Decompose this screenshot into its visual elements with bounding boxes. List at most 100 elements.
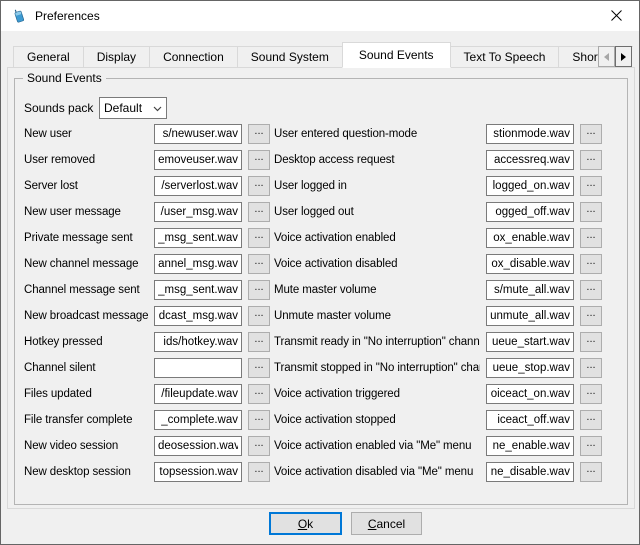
- sound-event-label: User logged in: [274, 180, 480, 192]
- sound-event-input-new-video-session[interactable]: [154, 436, 242, 456]
- sound-event-label: Hotkey pressed: [24, 336, 148, 348]
- browse-button-channel-silent[interactable]: ...: [248, 358, 270, 378]
- tab-display[interactable]: Display: [83, 46, 150, 68]
- sound-event-row-new-video-session: New video session...: [24, 433, 270, 459]
- sound-event-input-voice-activation-disabled[interactable]: [486, 254, 574, 274]
- tab-general[interactable]: General: [13, 46, 84, 68]
- close-button[interactable]: [594, 1, 639, 31]
- browse-button-channel-message-sent[interactable]: ...: [248, 280, 270, 300]
- sound-event-input-transmit-ready-in-no-interruption-channel[interactable]: [486, 332, 574, 352]
- sound-event-input-mute-master-volume[interactable]: [486, 280, 574, 300]
- tab-sound-events[interactable]: Sound Events: [342, 42, 451, 68]
- browse-button-user-entered-question-mode[interactable]: ...: [580, 124, 602, 144]
- browse-button-file-transfer-complete[interactable]: ...: [248, 410, 270, 430]
- sound-event-label: New user: [24, 128, 148, 140]
- tab-text-to-speech[interactable]: Text To Speech: [450, 46, 560, 68]
- chevron-down-icon: [153, 101, 162, 115]
- browse-button-voice-activation-triggered[interactable]: ...: [580, 384, 602, 404]
- sound-event-label: Mute master volume: [274, 284, 480, 296]
- sound-event-label: New user message: [24, 206, 148, 218]
- browse-button-voice-activation-stopped[interactable]: ...: [580, 410, 602, 430]
- browse-button-user-removed[interactable]: ...: [248, 150, 270, 170]
- browse-button-desktop-access-request[interactable]: ...: [580, 150, 602, 170]
- browse-button-server-lost[interactable]: ...: [248, 176, 270, 196]
- tab-connection[interactable]: Connection: [149, 46, 238, 68]
- sound-event-input-channel-message-sent[interactable]: [154, 280, 242, 300]
- sound-event-input-private-message-sent[interactable]: [154, 228, 242, 248]
- sound-event-label: File transfer complete: [24, 414, 148, 426]
- sound-event-label: User logged out: [274, 206, 480, 218]
- sound-event-input-channel-silent[interactable]: [154, 358, 242, 378]
- chevron-right-icon: [621, 53, 626, 61]
- sound-event-label: Voice activation disabled: [274, 258, 480, 270]
- browse-button-new-user-message[interactable]: ...: [248, 202, 270, 222]
- browse-button-hotkey-pressed[interactable]: ...: [248, 332, 270, 352]
- tab-scroll-left-button[interactable]: [598, 46, 615, 67]
- sounds-pack-select[interactable]: Default: [99, 97, 167, 119]
- sound-event-input-transmit-stopped-in-no-interruption-channel[interactable]: [486, 358, 574, 378]
- browse-button-private-message-sent[interactable]: ...: [248, 228, 270, 248]
- sound-event-input-new-broadcast-message[interactable]: [154, 306, 242, 326]
- sound-event-input-voice-activation-disabled-via-me-menu[interactable]: [486, 462, 574, 482]
- sound-event-input-user-removed[interactable]: [154, 150, 242, 170]
- browse-button-new-video-session[interactable]: ...: [248, 436, 270, 456]
- sound-event-input-unmute-master-volume[interactable]: [486, 306, 574, 326]
- sound-event-input-new-desktop-session[interactable]: [154, 462, 242, 482]
- sound-event-input-server-lost[interactable]: [154, 176, 242, 196]
- sound-event-input-new-user[interactable]: [154, 124, 242, 144]
- browse-button-user-logged-in[interactable]: ...: [580, 176, 602, 196]
- sounds-pack-value: Default: [104, 101, 153, 115]
- sound-event-input-user-entered-question-mode[interactable]: [486, 124, 574, 144]
- browse-button-mute-master-volume[interactable]: ...: [580, 280, 602, 300]
- sound-event-input-desktop-access-request[interactable]: [486, 150, 574, 170]
- sound-event-input-new-channel-message[interactable]: [154, 254, 242, 274]
- sound-event-label: User removed: [24, 154, 148, 166]
- sound-event-row-private-message-sent: Private message sent...: [24, 225, 270, 251]
- cancel-button[interactable]: Cancel: [351, 512, 422, 535]
- sounds-pack-row: Sounds pack Default: [24, 97, 167, 119]
- sound-event-input-hotkey-pressed[interactable]: [154, 332, 242, 352]
- sound-event-input-files-updated[interactable]: [154, 384, 242, 404]
- browse-button-unmute-master-volume[interactable]: ...: [580, 306, 602, 326]
- browse-button-new-user[interactable]: ...: [248, 124, 270, 144]
- sound-event-input-voice-activation-triggered[interactable]: [486, 384, 574, 404]
- sound-event-input-voice-activation-stopped[interactable]: [486, 410, 574, 430]
- sound-event-row-user-removed: User removed...: [24, 147, 270, 173]
- browse-button-new-desktop-session[interactable]: ...: [248, 462, 270, 482]
- browse-button-voice-activation-disabled[interactable]: ...: [580, 254, 602, 274]
- sound-event-row-mute-master-volume: Mute master volume...: [274, 277, 602, 303]
- ok-button[interactable]: Ok: [269, 512, 342, 535]
- browse-button-files-updated[interactable]: ...: [248, 384, 270, 404]
- browse-button-transmit-stopped-in-no-interruption-channel[interactable]: ...: [580, 358, 602, 378]
- footer: Ok Cancel: [1, 512, 639, 536]
- browse-button-user-logged-out[interactable]: ...: [580, 202, 602, 222]
- browse-button-voice-activation-enabled-via-me-menu[interactable]: ...: [580, 436, 602, 456]
- sound-event-row-new-desktop-session: New desktop session...: [24, 459, 270, 485]
- browse-button-transmit-ready-in-no-interruption-channel[interactable]: ...: [580, 332, 602, 352]
- sound-event-row-channel-message-sent: Channel message sent...: [24, 277, 270, 303]
- sound-event-input-user-logged-out[interactable]: [486, 202, 574, 222]
- sound-event-input-voice-activation-enabled-via-me-menu[interactable]: [486, 436, 574, 456]
- close-icon: [611, 9, 622, 24]
- browse-button-new-channel-message[interactable]: ...: [248, 254, 270, 274]
- sound-event-input-user-logged-in[interactable]: [486, 176, 574, 196]
- tab-scroll-right-button[interactable]: [615, 46, 632, 67]
- sound-event-label: Transmit stopped in "No interruption" ch…: [274, 362, 480, 374]
- browse-button-voice-activation-enabled[interactable]: ...: [580, 228, 602, 248]
- window-title: Preferences: [35, 9, 100, 23]
- browse-button-voice-activation-disabled-via-me-menu[interactable]: ...: [580, 462, 602, 482]
- sound-event-input-new-user-message[interactable]: [154, 202, 242, 222]
- sound-event-row-voice-activation-enabled-via-me-menu: Voice activation enabled via "Me" menu..…: [274, 433, 602, 459]
- sound-event-label: Voice activation stopped: [274, 414, 480, 426]
- sound-events-column-right: User entered question-mode...Desktop acc…: [274, 121, 602, 485]
- sound-event-input-voice-activation-enabled[interactable]: [486, 228, 574, 248]
- sound-event-row-voice-activation-stopped: Voice activation stopped...: [274, 407, 602, 433]
- sound-event-input-file-transfer-complete[interactable]: [154, 410, 242, 430]
- sound-event-row-transmit-stopped-in-no-interruption-channel: Transmit stopped in "No interruption" ch…: [274, 355, 602, 381]
- sound-event-label: New desktop session: [24, 466, 148, 478]
- browse-button-new-broadcast-message[interactable]: ...: [248, 306, 270, 326]
- sounds-pack-label: Sounds pack: [24, 101, 99, 115]
- sound-event-row-new-user-message: New user message...: [24, 199, 270, 225]
- tab-sound-system[interactable]: Sound System: [237, 46, 343, 68]
- sound-event-label: Voice activation enabled via "Me" menu: [274, 440, 480, 452]
